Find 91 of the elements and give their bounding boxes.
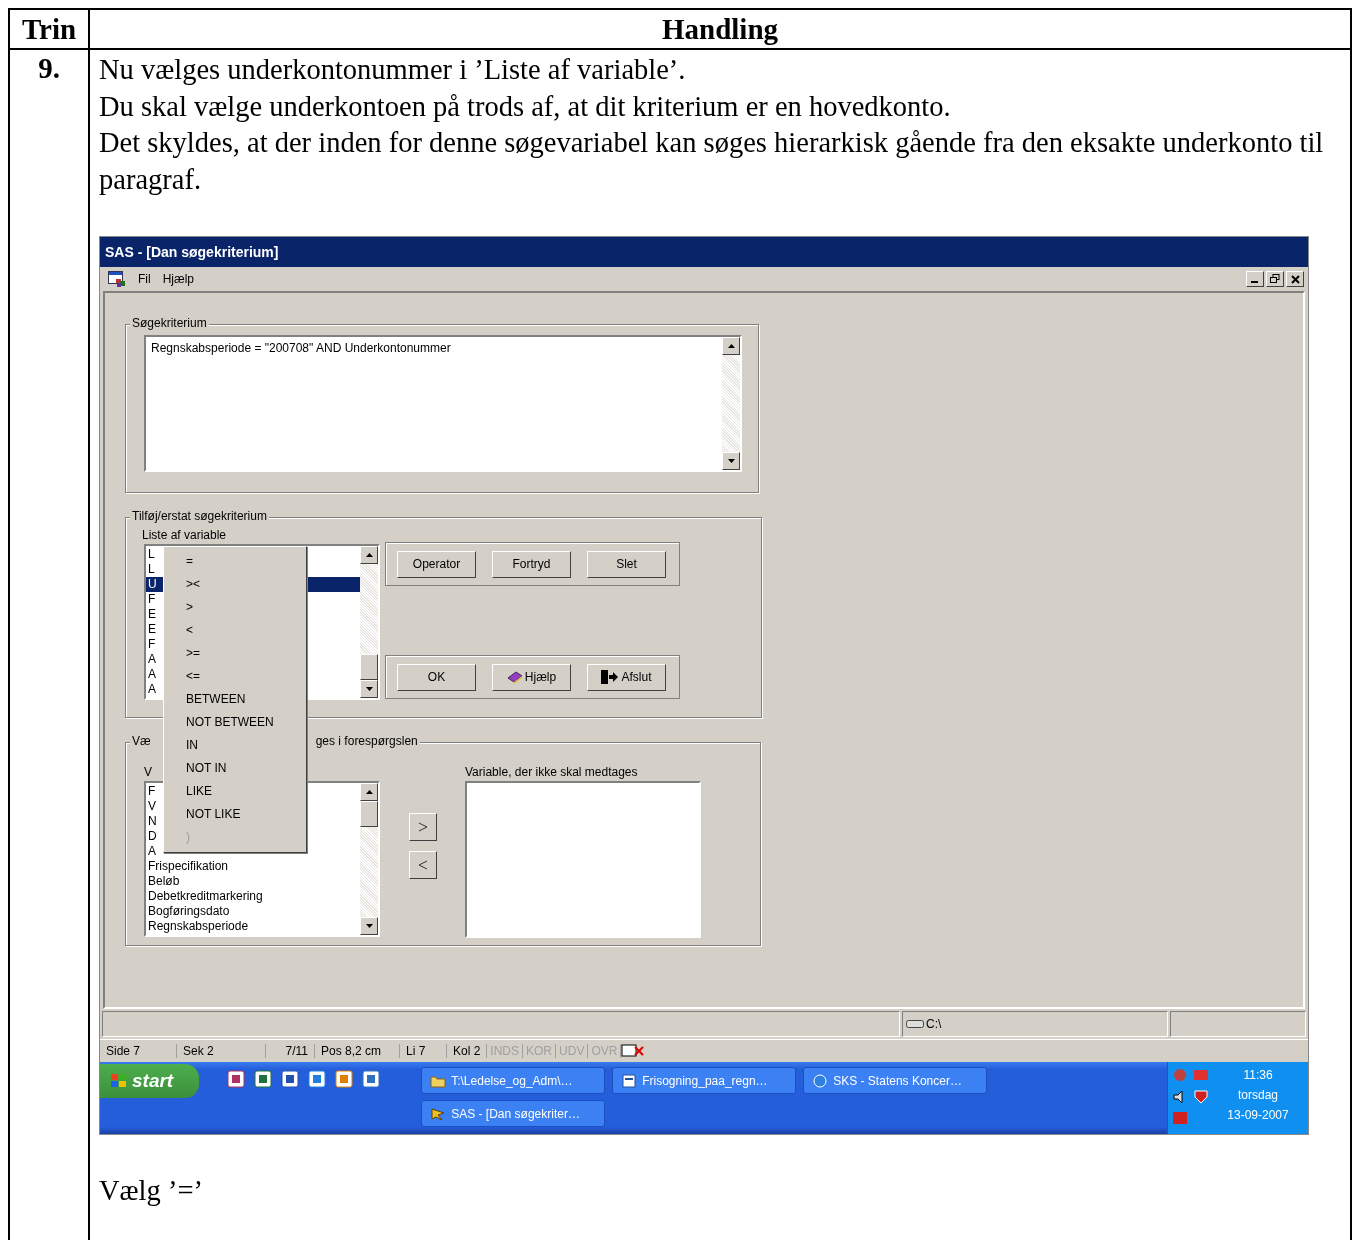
status-field: Sek 2 xyxy=(177,1044,266,1058)
paragraph: Det skyldes, at der inden for denne søgevariabel kan søges hierarkisk gående fra den eksakte underkonto til paragraf. xyxy=(99,126,1325,197)
paragraph: Du skal vælge underkontoen på trods af, at dit kriterium er en hovedkonto. xyxy=(99,89,952,124)
scroll-thumb[interactable] xyxy=(360,801,378,827)
book-icon xyxy=(506,670,523,684)
scroll-thumb[interactable] xyxy=(360,654,378,680)
globe-icon xyxy=(812,1073,829,1088)
app-icon xyxy=(430,1106,447,1121)
status-field: 7/11 xyxy=(266,1044,315,1058)
taskbar-button[interactable]: SKS - Statens Koncer… xyxy=(803,1067,988,1094)
menu-item[interactable]: NOT IN xyxy=(164,757,306,780)
windows-flag-icon xyxy=(110,1073,128,1089)
shield-icon[interactable] xyxy=(1193,1089,1209,1104)
drive-icon xyxy=(906,1019,924,1029)
clock-time: 11:36 xyxy=(1243,1068,1273,1082)
list-item[interactable]: Bogføringsdato xyxy=(146,904,360,919)
list-label: Variable, der ikke skal medtages xyxy=(465,764,638,781)
menu-item[interactable]: BETWEEN xyxy=(164,688,306,711)
quick-launch-icon[interactable] xyxy=(335,1070,354,1088)
group-label: ges i forespørgslen xyxy=(315,734,418,748)
menu-item[interactable]: Hjælp xyxy=(162,272,194,286)
list-label: Liste af variable xyxy=(142,527,228,544)
menu-item[interactable]: <= xyxy=(164,665,306,688)
menu-item[interactable]: Fil xyxy=(138,272,151,286)
column-header: Trin xyxy=(10,10,90,48)
dialog-button[interactable]: OK xyxy=(397,663,476,691)
menu-item[interactable]: >< xyxy=(164,573,306,596)
list-item[interactable]: Regnskabsperiode xyxy=(146,919,360,934)
menu-item[interactable]: < xyxy=(164,619,306,642)
list-label: V xyxy=(144,764,152,781)
move-right-button[interactable] xyxy=(409,813,437,841)
exit-door-icon xyxy=(601,670,620,684)
minimize-button[interactable] xyxy=(1246,271,1264,287)
down-arrow-icon xyxy=(365,687,373,691)
document-icon xyxy=(621,1073,638,1088)
spelling-book-icon xyxy=(621,1044,646,1058)
dialog-button[interactable]: Slet xyxy=(587,550,666,578)
group-label: Tilføj/erstat søgekriterium xyxy=(130,509,269,523)
step-number: 9. xyxy=(38,51,60,86)
dialog-button[interactable]: Afslut xyxy=(587,663,666,691)
scrollbar[interactable] xyxy=(722,337,740,470)
scrollbar[interactable] xyxy=(360,783,378,935)
taskbar-button[interactable]: Frisogning_paa_regn… xyxy=(612,1067,797,1094)
restore-icon xyxy=(1270,274,1280,284)
status-field: Pos 8,2 cm xyxy=(315,1044,400,1058)
scrollbar[interactable] xyxy=(360,546,378,698)
down-arrow-icon xyxy=(727,459,735,463)
close-icon xyxy=(1290,274,1300,284)
menu-item[interactable]: NOT BETWEEN xyxy=(164,711,306,734)
instruction-text: Vælg ’=’ xyxy=(99,1174,204,1208)
move-left-button[interactable] xyxy=(409,851,437,879)
taskbar-button[interactable]: SAS - [Dan søgekriter… xyxy=(421,1100,606,1127)
criteria-text-area[interactable]: Regnskabsperiode = "200708" AND Underkontonummer xyxy=(144,335,742,472)
dialog-button[interactable]: Fortryd xyxy=(492,550,571,578)
up-arrow-icon xyxy=(727,344,735,348)
quick-launch-icon[interactable] xyxy=(227,1070,246,1088)
group-label: Væ xyxy=(132,734,151,748)
menu-item[interactable]: = xyxy=(164,550,306,573)
dialog-button[interactable]: Hjælp xyxy=(492,663,571,691)
list-item[interactable]: Debetkreditmarkering xyxy=(146,889,360,904)
list-item[interactable]: Frispecifikation xyxy=(146,859,360,874)
menu-item[interactable]: IN xyxy=(164,734,306,757)
window-title: SAS - [Dan søgekriterium] xyxy=(105,244,279,260)
menu-item[interactable]: >= xyxy=(164,642,306,665)
paragraph: Nu vælges underkontonummer i ’Liste af variable’. xyxy=(99,53,687,87)
menu-item[interactable]: LIKE xyxy=(164,780,306,803)
quick-launch-icon[interactable] xyxy=(308,1070,327,1088)
list-item[interactable]: Beløb xyxy=(146,874,360,889)
menu-item[interactable]: NOT LIKE xyxy=(164,803,306,826)
restore-button[interactable] xyxy=(1266,271,1284,287)
group-label: Søgekriterium xyxy=(130,316,209,330)
drive-label: C:\ xyxy=(926,1017,942,1031)
dialog-button[interactable]: Operator xyxy=(397,550,476,578)
folder-icon xyxy=(430,1073,447,1088)
up-arrow-icon xyxy=(365,553,373,557)
quick-launch-icon[interactable] xyxy=(362,1070,381,1088)
status-field: Kol 2 xyxy=(447,1044,488,1058)
quick-launch-icon[interactable] xyxy=(281,1070,300,1088)
menu-item[interactable]: > xyxy=(164,596,306,619)
status-field: Li 7 xyxy=(400,1044,447,1058)
app-icon xyxy=(108,271,126,287)
clock-day: torsdag xyxy=(1238,1088,1278,1102)
column-header: Handling xyxy=(660,12,780,47)
up-arrow-icon xyxy=(365,790,373,794)
close-button[interactable] xyxy=(1286,271,1304,287)
clock-date: 13-09-2007 xyxy=(1227,1108,1289,1122)
down-arrow-icon xyxy=(365,924,373,928)
quick-launch-icon[interactable] xyxy=(254,1070,273,1088)
status-field: Side 7 xyxy=(100,1044,177,1058)
excluded-variable-list[interactable] xyxy=(465,781,701,938)
taskbar-button[interactable]: T:\Ledelse_og_Adm\… xyxy=(421,1067,606,1094)
